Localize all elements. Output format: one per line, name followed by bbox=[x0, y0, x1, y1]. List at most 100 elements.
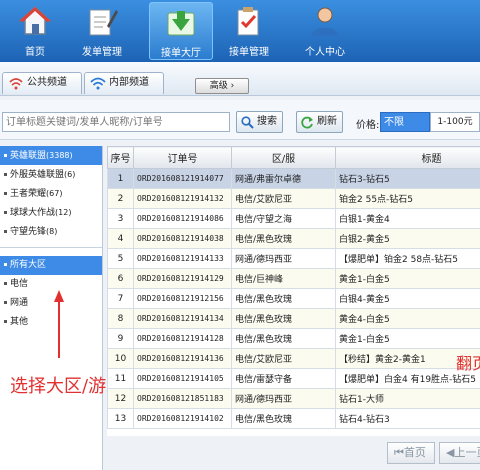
nav-label: 个人中心 bbox=[305, 47, 345, 58]
server: 电信/黑色玫瑰 bbox=[231, 328, 336, 349]
table-row[interactable]: 3 ORD201608121914086 电信/守望之海 白银1-黄金4 bbox=[107, 208, 480, 229]
price-filter-1-100[interactable]: 1-100元 bbox=[430, 112, 480, 132]
server: 电信/艾欧尼亚 bbox=[231, 348, 336, 369]
order-id: ORD201608121914105 bbox=[133, 368, 232, 389]
row-index: 7 bbox=[107, 288, 134, 309]
game-item[interactable]: 王者荣耀(67) bbox=[0, 184, 102, 203]
pagination: ⏮首页 ◀上一页 bbox=[107, 436, 480, 470]
order-title: 黄金1-白金5 bbox=[335, 268, 480, 289]
table-row[interactable]: 4 ORD201608121914038 电信/黑色玫瑰 白银2-黄金5 bbox=[107, 228, 480, 249]
table-row[interactable]: 8 ORD201608121914134 电信/黑色玫瑰 黄金4-白金5 bbox=[107, 308, 480, 329]
table-row[interactable]: 9 ORD201608121914128 电信/黑色玫瑰 黄金1-白金5 bbox=[107, 328, 480, 349]
row-index: 1 bbox=[107, 168, 134, 189]
server: 网通/弗雷尔卓德 bbox=[231, 168, 336, 189]
nav-accept-manage[interactable]: 接单管理 bbox=[217, 2, 281, 60]
table-row[interactable]: 6 ORD201608121914129 电信/巨神峰 黄金1-白金5 bbox=[107, 268, 480, 289]
clipboard-check-icon bbox=[237, 7, 259, 36]
region-item[interactable]: 网通 bbox=[0, 294, 102, 313]
region-item[interactable]: 其他 bbox=[0, 313, 102, 332]
row-index: 11 bbox=[107, 368, 134, 389]
region-item[interactable]: 所有大区 bbox=[0, 256, 102, 275]
search-icon bbox=[241, 116, 254, 129]
order-id: ORD201608121912156 bbox=[133, 288, 232, 309]
col-header[interactable]: 区/服 bbox=[231, 146, 336, 169]
search-button-label: 搜索 bbox=[257, 116, 277, 127]
table-row[interactable]: 12 ORD201608121851183 网通/德玛西亚 钻石1-大师 bbox=[107, 388, 480, 409]
table-row[interactable]: 13 ORD201608121914102 电信/黑色玫瑰 钻石4-钻石3 bbox=[107, 408, 480, 429]
refresh-button[interactable]: 刷新 bbox=[296, 111, 343, 133]
refresh-icon bbox=[301, 116, 313, 129]
order-title: 【爆肥单】铂金2 58点-钻石5 bbox=[335, 248, 480, 269]
row-index: 9 bbox=[107, 328, 134, 349]
edit-doc-icon bbox=[89, 9, 118, 36]
download-icon bbox=[167, 11, 195, 36]
tab-public-channel[interactable]: 公共频道 bbox=[2, 72, 82, 94]
server: 电信/守望之海 bbox=[231, 208, 336, 229]
order-id: ORD201608121914134 bbox=[133, 308, 232, 329]
user-icon bbox=[312, 7, 338, 36]
search-button[interactable]: 搜索 bbox=[236, 111, 283, 133]
game-item[interactable]: 球球大作战(12) bbox=[0, 203, 102, 222]
table-row[interactable]: 1 ORD2016081219140​77 网通/弗雷尔卓德 钻石3-钻石5 bbox=[107, 168, 480, 189]
server: 电信/黑色玫瑰 bbox=[231, 408, 336, 429]
order-id: ORD201608121851183 bbox=[133, 388, 232, 409]
top-nav: 首页 发单管理 接单大厅 接单管理 个人中心 bbox=[0, 0, 480, 62]
game-item[interactable]: 外服英雄联盟(6) bbox=[0, 165, 102, 184]
server: 电信/黑色玫瑰 bbox=[231, 288, 336, 309]
order-id: ORD201608121914086 bbox=[133, 208, 232, 229]
game-list: 英雄联盟(3388) 外服英雄联盟(6) 王者荣耀(67) 球球大作战(12) … bbox=[0, 146, 102, 248]
wifi-icon bbox=[90, 77, 106, 90]
search-row: 搜索 刷新 价格: 不限 1-100元 bbox=[0, 100, 480, 140]
table-row[interactable]: 7 ORD201608121912156 电信/黑色玫瑰 白银4-黄金5 bbox=[107, 288, 480, 309]
table-row[interactable]: 10 ORD201608121914136 电信/艾欧尼亚 【秒结】黄金2-黄金1 bbox=[107, 348, 480, 369]
nav-post-orders[interactable]: 发单管理 bbox=[70, 2, 134, 60]
advanced-button[interactable]: 高级 › bbox=[195, 78, 249, 94]
region-item[interactable]: 电信 bbox=[0, 275, 102, 294]
table-header: 序号 订单号 区/服 标题 bbox=[107, 146, 480, 169]
order-id: ORD201608121914132 bbox=[133, 188, 232, 209]
order-title: 铂金2 55点-钻石5 bbox=[335, 188, 480, 209]
tab-internal-channel[interactable]: 内部频道 bbox=[84, 72, 164, 94]
game-item[interactable]: 英雄联盟(3388) bbox=[0, 146, 102, 165]
row-index: 10 bbox=[107, 348, 134, 369]
row-index: 13 bbox=[107, 408, 134, 429]
order-title: 白银4-黄金5 bbox=[335, 288, 480, 309]
first-page-icon: ⏮ bbox=[394, 446, 404, 459]
first-page-button[interactable]: ⏮首页 bbox=[387, 442, 435, 464]
nav-order-hall[interactable]: 接单大厅 bbox=[149, 2, 213, 60]
game-item[interactable]: 守望先锋(8) bbox=[0, 222, 102, 241]
nav-label: 首页 bbox=[25, 47, 45, 58]
col-header[interactable]: 序号 bbox=[107, 146, 134, 169]
annotation-arrow-icon bbox=[54, 290, 64, 358]
order-id: ORD201608121914129 bbox=[133, 268, 232, 289]
order-id: ORD201608121914128 bbox=[133, 328, 232, 349]
nav-label: 接单管理 bbox=[229, 47, 269, 58]
filter-sidebar: 英雄联盟(3388) 外服英雄联盟(6) 王者荣耀(67) 球球大作战(12) … bbox=[0, 146, 103, 470]
nav-profile[interactable]: 个人中心 bbox=[293, 2, 357, 60]
order-id: ORD201608121914133 bbox=[133, 248, 232, 269]
table-row[interactable]: 2 ORD201608121914132 电信/艾欧尼亚 铂金2 55点-钻石5 bbox=[107, 188, 480, 209]
nav-home[interactable]: 首页 bbox=[3, 2, 67, 60]
order-title: 白银1-黄金4 bbox=[335, 208, 480, 229]
annotation-text-right: 翻页 bbox=[456, 354, 480, 373]
col-header[interactable]: 标题 bbox=[335, 146, 480, 169]
server: 电信/黑色玫瑰 bbox=[231, 228, 336, 249]
orders-table: 序号 订单号 区/服 标题 1 ORD2016081219140​77 网通/弗雷尔… bbox=[107, 146, 480, 436]
price-filter-any[interactable]: 不限 bbox=[380, 112, 430, 132]
price-label: 价格: bbox=[356, 120, 380, 131]
server: 电信/巨神峰 bbox=[231, 268, 336, 289]
row-index: 4 bbox=[107, 228, 134, 249]
row-index: 6 bbox=[107, 268, 134, 289]
order-id: ORD2016081219140​77 bbox=[133, 168, 232, 189]
nav-label: 发单管理 bbox=[82, 47, 122, 58]
server: 网通/德玛西亚 bbox=[231, 388, 336, 409]
search-input[interactable] bbox=[2, 112, 230, 132]
tab-label: 公共频道 bbox=[27, 77, 67, 88]
row-index: 2 bbox=[107, 188, 134, 209]
table-row[interactable]: 11 ORD201608121914105 电信/雷瑟守备 【爆肥单】白金4 有19胜… bbox=[107, 368, 480, 389]
order-title: 黄金4-白金5 bbox=[335, 308, 480, 329]
table-row[interactable]: 5 ORD201608121914133 网通/德玛西亚 【爆肥单】铂金2 58点-钻… bbox=[107, 248, 480, 269]
col-header[interactable]: 订单号 bbox=[133, 146, 232, 169]
row-index: 8 bbox=[107, 308, 134, 329]
prev-page-button[interactable]: ◀上一页 bbox=[439, 442, 480, 464]
